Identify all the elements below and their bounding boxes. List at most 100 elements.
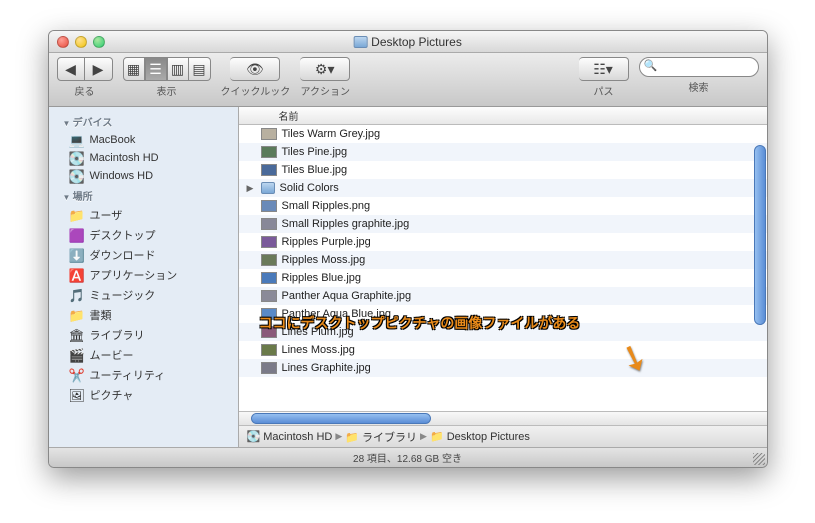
- sidebar-item-label: Windows HD: [90, 170, 154, 182]
- sidebar-item-label: ダウンロード: [90, 247, 156, 263]
- sidebar-place-item[interactable]: 🅰️ アプリケーション: [49, 265, 238, 285]
- path-group: ☷▾ パス: [579, 57, 629, 98]
- file-row[interactable]: Ripples Blue.jpg: [239, 269, 767, 287]
- path-icon: 💽: [247, 431, 261, 443]
- search-group: 検索: [639, 57, 759, 94]
- file-row[interactable]: Tiles Pine.jpg: [239, 143, 767, 161]
- sidebar-item-label: アプリケーション: [90, 267, 178, 283]
- file-row[interactable]: Tiles Blue.jpg: [239, 161, 767, 179]
- file-name: Small Ripples graphite.jpg: [282, 218, 410, 230]
- sidebar-item-label: ユーティリティ: [90, 367, 166, 383]
- file-name: Small Ripples.png: [282, 200, 371, 212]
- sidebar-place-item[interactable]: 📁 ユーザ: [49, 205, 238, 225]
- file-thumbnail-icon: [261, 236, 277, 248]
- window-title: Desktop Pictures: [353, 35, 462, 49]
- file-name: Lines Plum.jpg: [282, 326, 354, 338]
- sidebar-item-label: ユーザ: [90, 207, 123, 223]
- finder-window: Desktop Pictures ◀ ▶ 戻る ▦ ☰ ▥ ▤ 表示 👁 クイッ…: [48, 30, 768, 468]
- sidebar-place-item[interactable]: 📁書類: [49, 305, 238, 325]
- search-input[interactable]: [639, 57, 759, 77]
- sidebar-item-label: ライブラリ: [90, 327, 145, 343]
- horizontal-scrollbar-track[interactable]: [239, 411, 767, 425]
- view-label: 表示: [157, 83, 177, 98]
- place-icon: 📁: [69, 308, 85, 322]
- file-row[interactable]: Small Ripples graphite.jpg: [239, 215, 767, 233]
- file-thumbnail-icon: [261, 272, 277, 284]
- file-row[interactable]: Lines Graphite.jpg: [239, 359, 767, 377]
- place-icon: 📁: [69, 208, 85, 222]
- titlebar[interactable]: Desktop Pictures: [49, 31, 767, 53]
- sidebar-item-label: ピクチャ: [90, 387, 134, 403]
- file-row[interactable]: Panther Aqua Graphite.jpg: [239, 287, 767, 305]
- file-row[interactable]: Ripples Moss.jpg: [239, 251, 767, 269]
- sidebar-device-item[interactable]: 💽 Windows HD: [49, 167, 238, 185]
- place-icon: 🅰️: [69, 268, 85, 282]
- sidebar-devices-header[interactable]: デバイス: [49, 111, 238, 131]
- vertical-scrollbar[interactable]: [754, 145, 766, 325]
- quicklook-button[interactable]: 👁: [230, 57, 280, 81]
- sidebar-place-item[interactable]: 🎵 ミュージック: [49, 285, 238, 305]
- device-icon: 💽: [69, 169, 85, 183]
- place-icon: ✂️: [69, 368, 85, 382]
- close-button[interactable]: [57, 36, 69, 48]
- sidebar-item-label: ミュージック: [90, 287, 156, 303]
- place-icon: 🖼: [69, 388, 85, 402]
- file-row[interactable]: Panther Aqua Blue.jpg: [239, 305, 767, 323]
- place-icon: 🎵: [69, 288, 85, 302]
- sidebar-place-item[interactable]: 🖼 ピクチャ: [49, 385, 238, 405]
- path-button[interactable]: ☷▾: [579, 57, 629, 81]
- search-label: 検索: [689, 79, 709, 94]
- sidebar-place-item[interactable]: ✂️ ユーティリティ: [49, 365, 238, 385]
- list-view-button[interactable]: ☰: [145, 57, 167, 81]
- sidebar[interactable]: デバイス 💻MacBook💽Macintosh HD 💽 Windows HD 場所…: [49, 107, 239, 447]
- file-row[interactable]: ▶Solid Colors: [239, 179, 767, 197]
- folder-icon: [261, 182, 275, 194]
- file-row[interactable]: Small Ripples.png: [239, 197, 767, 215]
- coverflow-view-button[interactable]: ▤: [189, 57, 211, 81]
- back-button[interactable]: ◀: [57, 57, 85, 81]
- sidebar-place-item[interactable]: 🟪デスクトップ: [49, 225, 238, 245]
- path-segment[interactable]: 📁 ライブラリ: [345, 429, 417, 445]
- file-thumbnail-icon: [261, 200, 277, 212]
- file-row[interactable]: Lines Moss.jpg: [239, 341, 767, 359]
- sidebar-place-item[interactable]: 🏛 ライブラリ: [49, 325, 238, 345]
- path-icon: 📁: [430, 431, 444, 443]
- minimize-button[interactable]: [75, 36, 87, 48]
- action-group: ⚙▾ アクション: [300, 57, 350, 98]
- icon-view-button[interactable]: ▦: [123, 57, 145, 81]
- file-row[interactable]: Tiles Warm Grey.jpg: [239, 125, 767, 143]
- path-label: Macintosh HD: [263, 431, 332, 443]
- file-name: Ripples Moss.jpg: [282, 254, 366, 266]
- horizontal-scrollbar[interactable]: [251, 413, 431, 424]
- traffic-lights: [49, 36, 105, 48]
- sidebar-device-item[interactable]: 💽Macintosh HD: [49, 149, 238, 167]
- column-header[interactable]: 名前: [239, 107, 767, 125]
- path-segment[interactable]: 💽 Macintosh HD: [247, 430, 333, 443]
- main-pane: 名前 Tiles Warm Grey.jpgTiles Pine.jpgTile…: [239, 107, 767, 447]
- sidebar-item-label: Macintosh HD: [90, 152, 159, 164]
- column-name-header[interactable]: 名前: [279, 108, 299, 123]
- status-bar: 28 項目、12.68 GB 空き: [49, 447, 767, 467]
- action-button[interactable]: ⚙▾: [300, 57, 350, 81]
- sidebar-place-item[interactable]: ⬇️ ダウンロード: [49, 245, 238, 265]
- resize-handle[interactable]: [753, 453, 765, 465]
- file-name: Tiles Blue.jpg: [282, 164, 348, 176]
- place-icon: ⬇️: [69, 248, 85, 262]
- place-icon: 🎬: [69, 348, 85, 362]
- column-view-button[interactable]: ▥: [167, 57, 189, 81]
- sidebar-device-item[interactable]: 💻MacBook: [49, 131, 238, 149]
- disclosure-triangle-icon[interactable]: ▶: [247, 183, 259, 194]
- zoom-button[interactable]: [93, 36, 105, 48]
- sidebar-places-header[interactable]: 場所: [49, 185, 238, 205]
- forward-button[interactable]: ▶: [85, 57, 113, 81]
- path-separator-icon: ▶: [335, 431, 342, 442]
- path-segment[interactable]: 📁 Desktop Pictures: [430, 430, 530, 443]
- path-icon: 📁: [345, 432, 359, 444]
- file-list[interactable]: Tiles Warm Grey.jpgTiles Pine.jpg Tiles B…: [239, 125, 767, 411]
- file-row[interactable]: Ripples Purple.jpg: [239, 233, 767, 251]
- file-row[interactable]: Lines Plum.jpg: [239, 323, 767, 341]
- quicklook-group: 👁 クイックルック: [221, 57, 291, 98]
- device-icon: 💻: [69, 133, 85, 147]
- sidebar-place-item[interactable]: 🎬ムービー: [49, 345, 238, 365]
- place-icon: 🏛: [69, 328, 85, 342]
